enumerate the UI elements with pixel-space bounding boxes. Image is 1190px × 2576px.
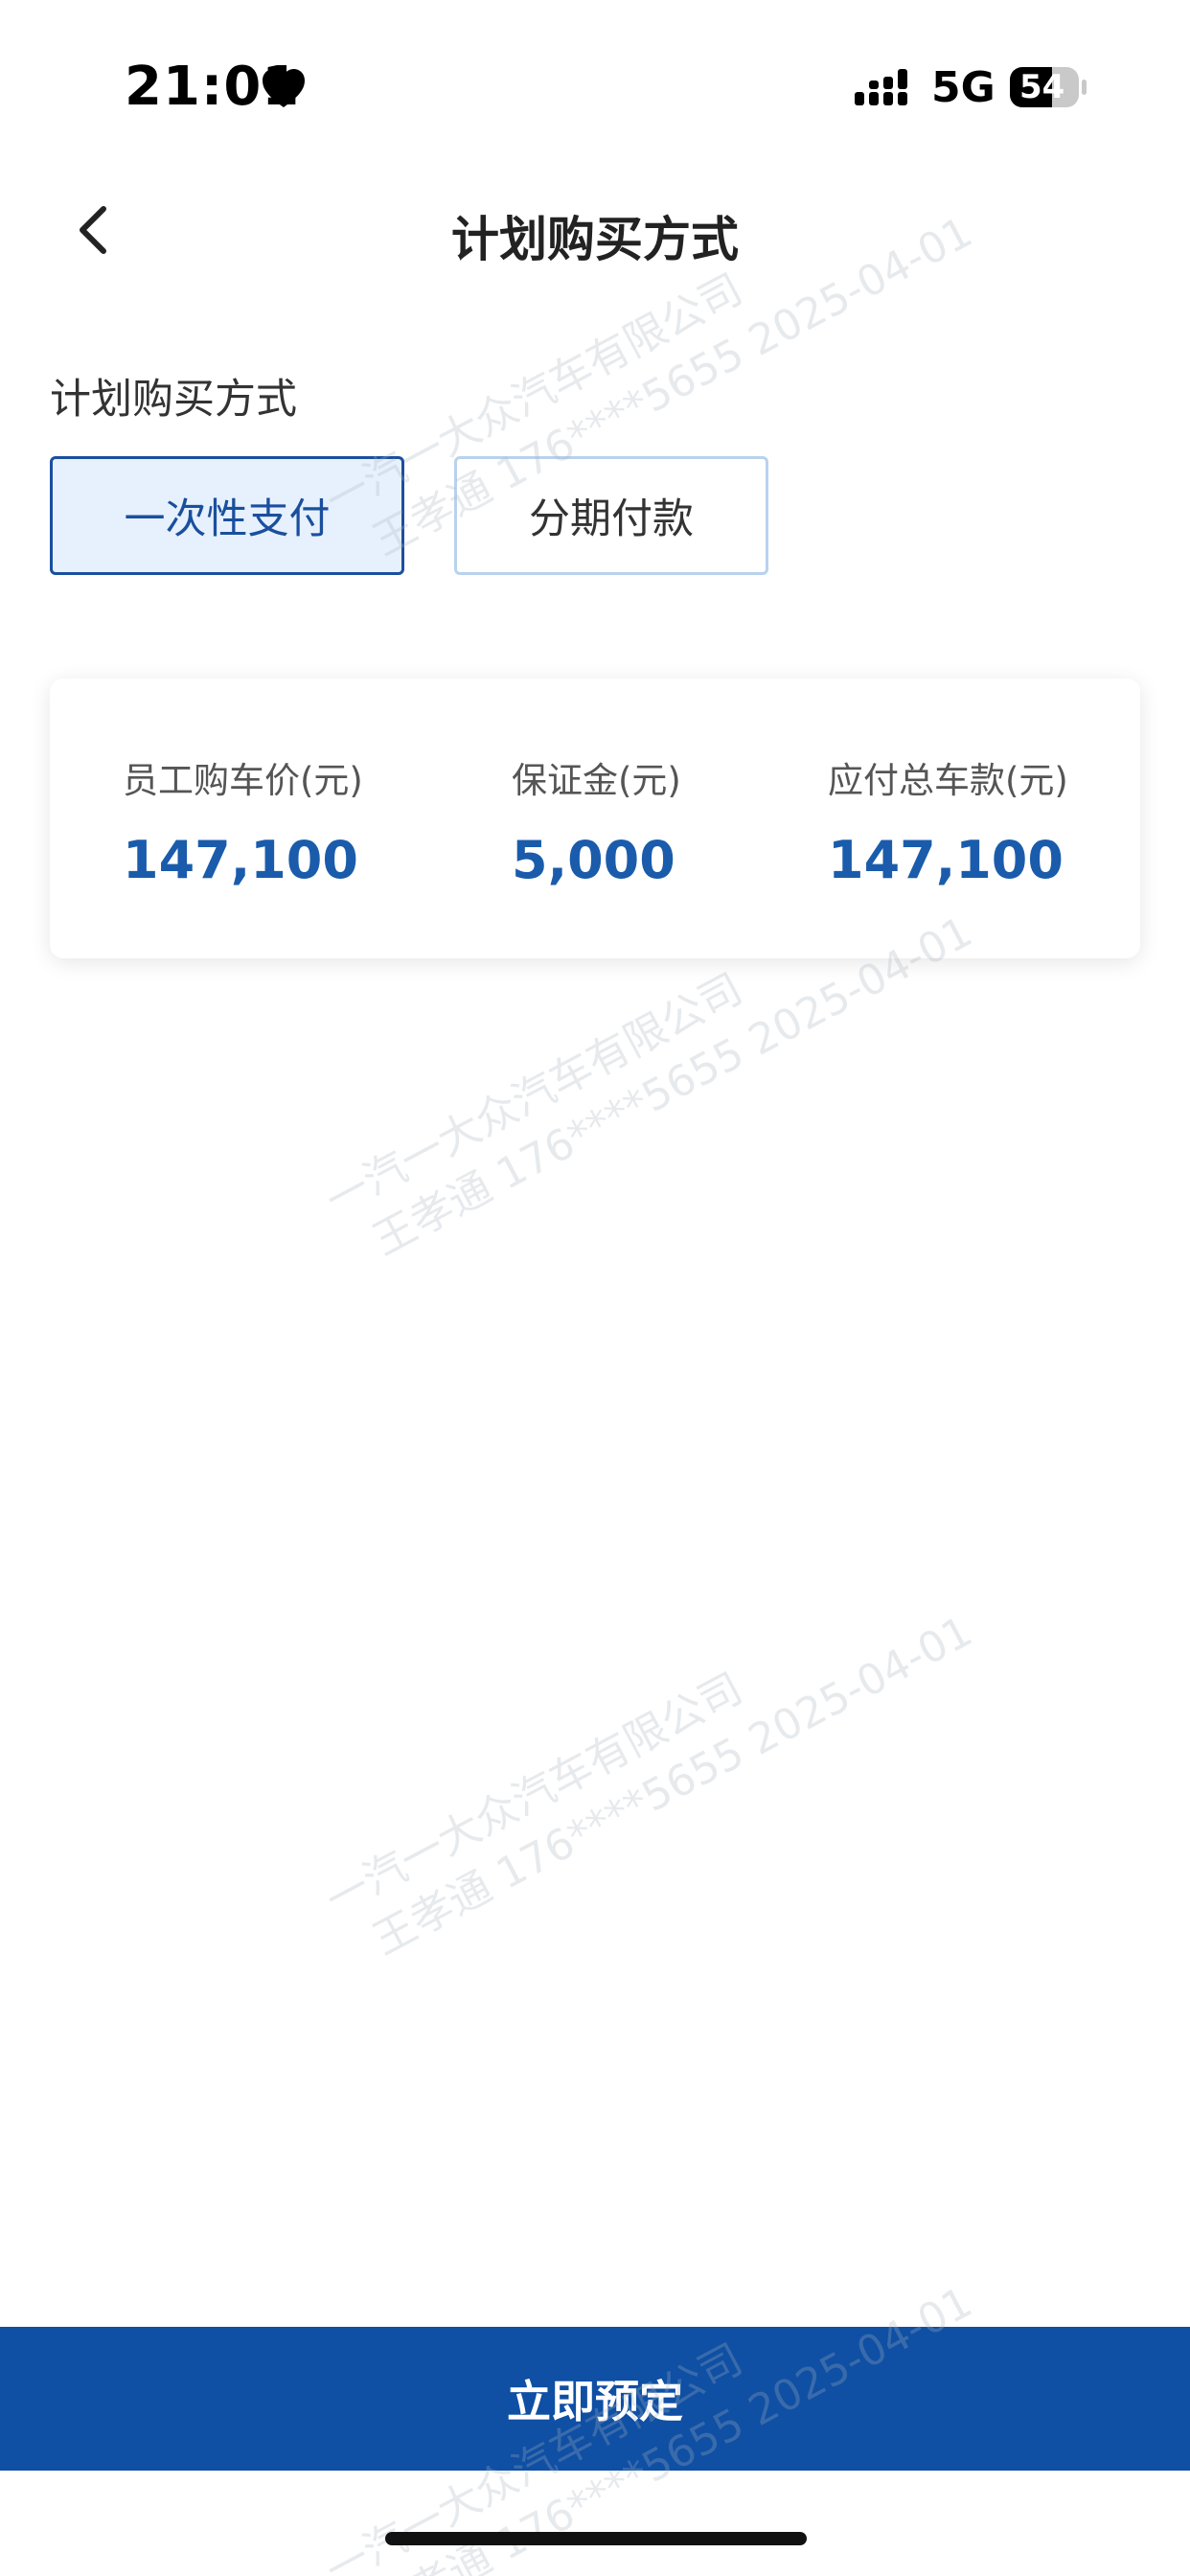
page-title: 计划购买方式 (451, 212, 739, 267)
watermark: 一汽一大众汽车有限公司 王孝通 176****5655 2025-04-01 (316, 1536, 1013, 1980)
price-label: 应付总车款(元) (828, 760, 1068, 801)
option-full-payment[interactable]: 一次性支付 (50, 456, 404, 575)
price-card: 员工购车价(元) 147,100 保证金(元) 5,000 应付总车款(元) 1… (50, 678, 1140, 958)
option-installment[interactable]: 分期付款 (454, 456, 768, 575)
price-item-total: 应付总车款(元) 147,100 (828, 751, 1068, 890)
signal-icon (855, 69, 907, 105)
price-value: 147,100 (828, 830, 1064, 890)
heart-icon (263, 69, 305, 107)
book-now-button[interactable]: 立即预定 (0, 2327, 1190, 2471)
price-label: 员工购车价(元) (123, 760, 363, 801)
network-label: 5G (931, 63, 995, 112)
price-value: 5,000 (512, 830, 675, 890)
watermark-line-user: 王孝通 176****5655 2025-04-01 (365, 1606, 980, 1966)
screen: 21:01 5G 54 计划购买方式 计划购买方式 一次性支付 分期付款 员工购… (0, 0, 1190, 2576)
watermark-line-company: 一汽一大众汽车有限公司 (317, 1664, 751, 1925)
status-bar: 21:01 5G 54 (0, 0, 1190, 172)
price-item-employee-price: 员工购车价(元) 147,100 (123, 751, 363, 890)
home-indicator[interactable] (385, 2532, 807, 2545)
nav-bar: 计划购买方式 (0, 172, 1190, 288)
price-label: 保证金(元) (512, 760, 681, 801)
price-value: 147,100 (123, 830, 358, 890)
section-label-payment-method: 计划购买方式 (50, 376, 297, 424)
price-item-deposit: 保证金(元) 5,000 (512, 751, 681, 890)
battery-level: 54 (1019, 68, 1065, 106)
